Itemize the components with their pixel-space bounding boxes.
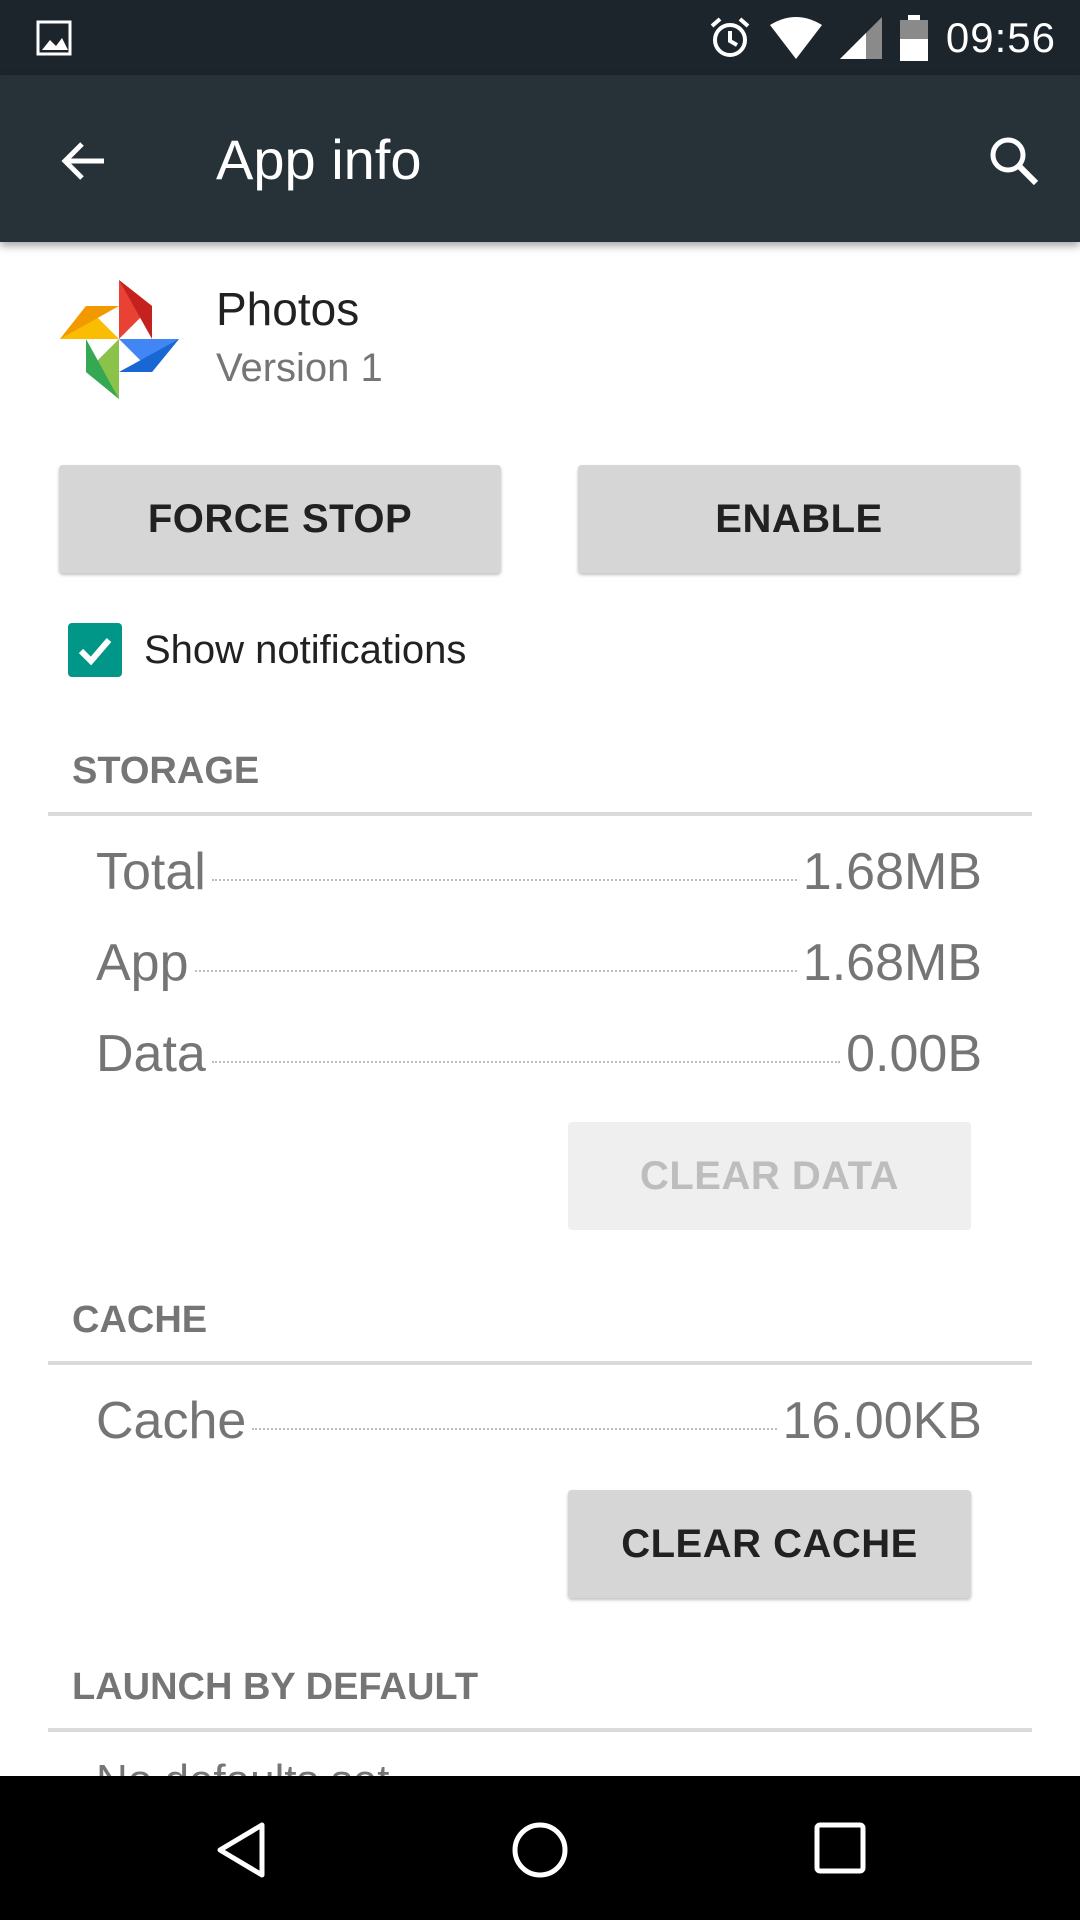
checkmark-icon <box>78 638 112 666</box>
status-bar: 09:56 <box>0 0 1080 75</box>
battery-icon <box>899 14 928 61</box>
leader-dots <box>252 1428 777 1430</box>
storage-app-label: App <box>96 934 189 992</box>
enable-button[interactable]: ENABLE <box>578 465 1020 573</box>
app-name: Photos <box>216 283 360 335</box>
clear-cache-button[interactable]: CLEAR CACHE <box>568 1490 971 1598</box>
cache-row: Cache 16.00KB <box>96 1391 982 1461</box>
storage-total-label: Total <box>96 843 206 901</box>
show-notifications-label: Show notifications <box>144 627 467 672</box>
storage-app-value: 1.68MB <box>802 934 982 992</box>
storage-row-data: Data 0.00B <box>96 1024 982 1094</box>
app-header: Photos Version 1 <box>0 242 1080 422</box>
cache-value: 16.00KB <box>782 1392 983 1450</box>
storage-total-value: 1.68MB <box>802 843 982 901</box>
leader-dots <box>211 1061 841 1063</box>
search-icon[interactable] <box>984 131 1044 191</box>
alarm-icon <box>710 16 750 57</box>
storage-data-value: 0.00B <box>846 1025 982 1083</box>
wifi-icon <box>769 16 822 59</box>
storage-data-label: Data <box>96 1025 206 1083</box>
leader-dots <box>194 970 797 972</box>
storage-row-app: App 1.68MB <box>96 933 982 1003</box>
show-notifications-row[interactable]: Show notifications <box>68 620 466 680</box>
show-notifications-checkbox[interactable] <box>68 623 122 677</box>
storage-header: STORAGE <box>72 750 260 792</box>
recents-nav-icon[interactable] <box>812 1820 868 1876</box>
launch-by-default-header: LAUNCH BY DEFAULT <box>72 1666 479 1708</box>
cache-label: Cache <box>96 1392 247 1450</box>
cache-header: CACHE <box>72 1299 208 1341</box>
launch-divider <box>48 1728 1032 1732</box>
signal-icon <box>839 16 882 59</box>
back-nav-icon[interactable] <box>212 1820 272 1880</box>
google-photos-pinwheel-icon <box>60 280 179 399</box>
app-version: Version 1 <box>216 346 383 390</box>
nav-bar <box>0 1776 1080 1920</box>
leader-dots <box>211 879 797 881</box>
storage-divider <box>48 812 1032 816</box>
cache-divider <box>48 1361 1032 1365</box>
home-nav-icon[interactable] <box>508 1818 572 1882</box>
toolbar: App info <box>0 75 1080 242</box>
storage-row-total: Total 1.68MB <box>96 842 982 912</box>
clear-data-button[interactable]: CLEAR DATA <box>568 1122 971 1230</box>
page-title: App info <box>216 128 422 191</box>
arrow-back-icon[interactable] <box>54 131 114 191</box>
status-time: 09:56 <box>945 13 1056 61</box>
force-stop-button[interactable]: FORCE STOP <box>59 465 501 573</box>
image-notification-icon <box>36 20 72 56</box>
status-icons: 09:56 <box>708 0 1056 75</box>
